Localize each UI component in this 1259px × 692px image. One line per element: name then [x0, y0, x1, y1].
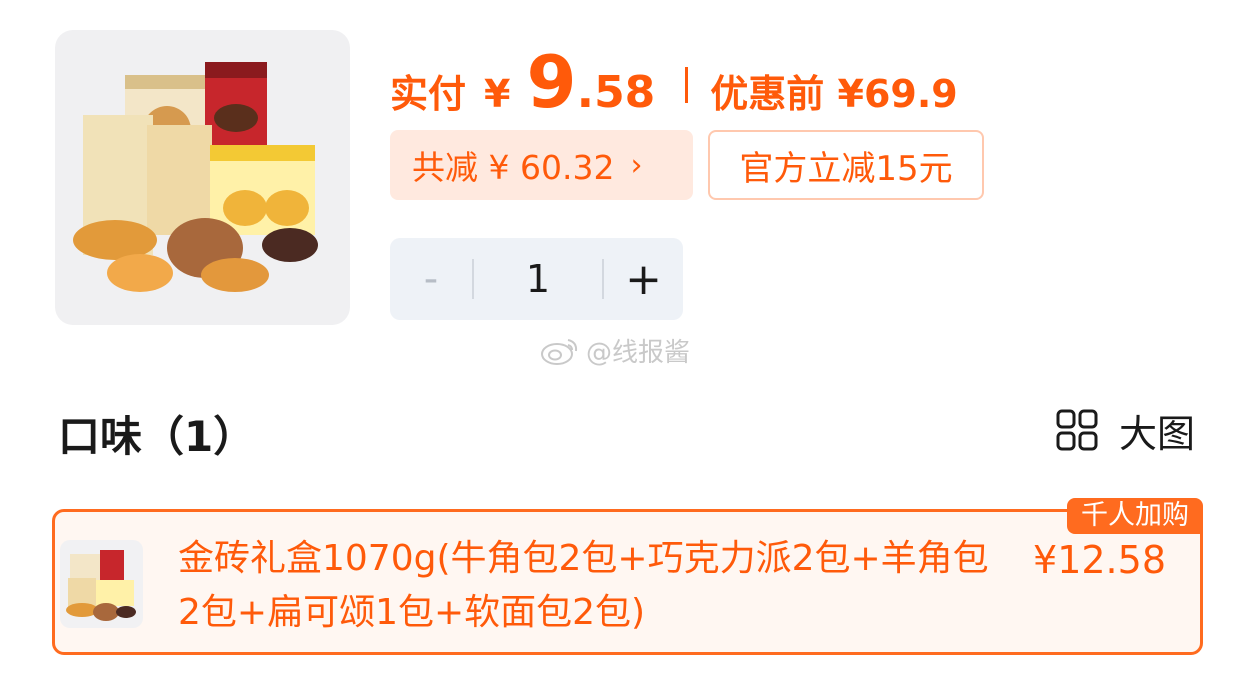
price-integer: 9 [526, 40, 577, 124]
watermark: @线报酱 [540, 332, 690, 369]
large-view-label: 大图 [1119, 411, 1196, 456]
total-discount-button[interactable]: 共减 ¥ 60.32 › [390, 130, 693, 200]
official-discount-tag: 官方立减15元 [708, 130, 984, 200]
quantity-value[interactable]: 1 [474, 257, 602, 301]
price-row: 实付 ¥ 9 . 58 优惠前 ¥69.9 [390, 40, 958, 130]
total-discount-label: 共减 ¥ 60.32 [412, 148, 615, 187]
product-image[interactable] [55, 30, 350, 325]
price-separator [685, 67, 689, 103]
original-price: 优惠前 ¥69.9 [710, 72, 958, 116]
sku-price: ¥12.58 [1033, 538, 1166, 582]
quantity-stepper: - 1 + [390, 238, 683, 320]
flavor-section-title: 口味（1） [58, 412, 256, 461]
currency-symbol: ¥ [484, 72, 511, 116]
increase-button[interactable]: + [604, 254, 683, 305]
large-view-toggle[interactable]: 大图 [1055, 406, 1195, 456]
sku-option-card[interactable]: 金砖礼盒1070g(牛角包2包+巧克力派2包+羊角包2包+扁可颂1包+软面包2包… [52, 498, 1203, 655]
weibo-icon [541, 338, 578, 365]
decrease-button[interactable]: - [390, 256, 472, 302]
price-dot: . [576, 64, 595, 118]
grid-icon [1056, 409, 1098, 451]
popular-badge: 千人加购 [1067, 498, 1203, 534]
price-decimal: 58 [594, 67, 656, 118]
watermark-text: @线报酱 [586, 338, 691, 368]
paid-label: 实付 [390, 72, 467, 116]
chevron-right-icon: › [630, 147, 643, 183]
sku-name: 金砖礼盒1070g(牛角包2包+巧克力派2包+羊角包2包+扁可颂1包+软面包2包… [178, 538, 989, 633]
official-discount-label: 官方立减15元 [739, 148, 953, 189]
sku-thumbnail [60, 540, 143, 628]
